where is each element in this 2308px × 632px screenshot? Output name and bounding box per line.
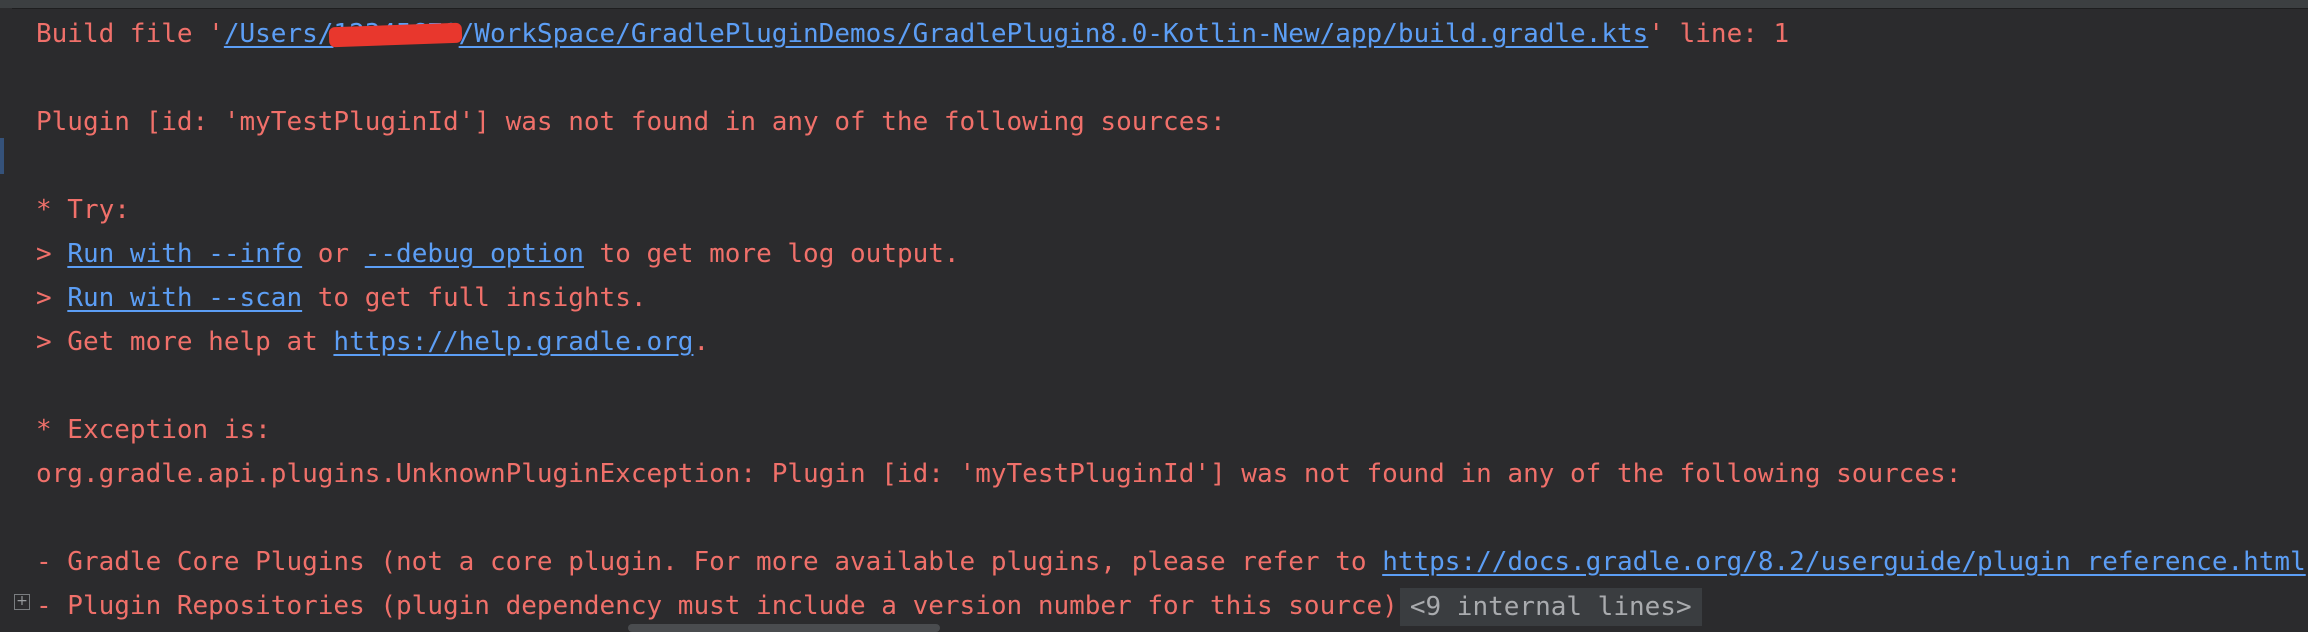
build-file-suffix: ' line: 1: [1648, 19, 1790, 49]
console-line-build-file: Build file '/Users/12345678/WorkSpace/Gr…: [36, 12, 2308, 56]
console-output[interactable]: Build file '/Users/12345678/WorkSpace/Gr…: [36, 12, 2308, 628]
console-line-core-plugins: - Gradle Core Plugins (not a core plugin…: [36, 540, 2308, 584]
line-prefix: > Get more help at: [36, 327, 334, 357]
path-part1: /Users/: [223, 19, 334, 49]
line-prefix: - Gradle Core Plugins (not a core plugin…: [36, 547, 1383, 577]
console-line-plugin-not-found: Plugin [id: 'myTestPluginId'] was not fo…: [36, 107, 1226, 137]
build-file-prefix: Build file ': [36, 19, 224, 49]
expand-fold-icon[interactable]: +: [14, 594, 30, 610]
line-mid: or: [302, 239, 365, 269]
run-with-scan-link[interactable]: Run with --scan: [67, 283, 302, 313]
console-gutter: [0, 8, 12, 632]
console-line-exception: org.gradle.api.plugins.UnknownPluginExce…: [36, 459, 1962, 489]
line-suffix: .: [693, 327, 710, 357]
console-line-run-scan: > Run with --scan to get full insights.: [36, 276, 2308, 320]
console-line-help: > Get more help at https://help.gradle.o…: [36, 320, 2308, 364]
help-gradle-link[interactable]: https://help.gradle.org: [333, 327, 693, 357]
console-line-exception-header: * Exception is:: [36, 415, 271, 445]
line-prefix: >: [36, 239, 68, 269]
gutter-marker: [0, 138, 4, 174]
debug-option-link[interactable]: --debug option: [365, 239, 584, 269]
build-file-path-link[interactable]: /Users/12345678/WorkSpace/GradlePluginDe…: [224, 19, 1648, 49]
line-suffix: to get full insights.: [302, 283, 647, 313]
plugin-reference-link[interactable]: https://docs.gradle.org/8.2/userguide/pl…: [1382, 547, 2306, 577]
line-suffix: to get more log output.: [583, 239, 960, 269]
horizontal-scrollbar[interactable]: [628, 624, 940, 632]
console-line-run-info: > Run with --info or --debug option to g…: [36, 232, 2308, 276]
line-text: - Plugin Repositories (plugin dependency…: [36, 591, 1398, 621]
redacted-username: 12345678: [333, 12, 458, 56]
path-part2: /WorkSpace/GradlePluginDemos/GradlePlugi…: [458, 19, 1649, 49]
panel-top-border: [0, 0, 2308, 9]
line-prefix: >: [36, 283, 68, 313]
run-with-info-link[interactable]: Run with --info: [67, 239, 302, 269]
console-line-try: * Try:: [36, 195, 130, 225]
folded-internal-lines[interactable]: <9 internal lines>: [1399, 587, 1702, 626]
console-line-plugin-repositories: - Plugin Repositories (plugin dependency…: [36, 584, 2308, 628]
